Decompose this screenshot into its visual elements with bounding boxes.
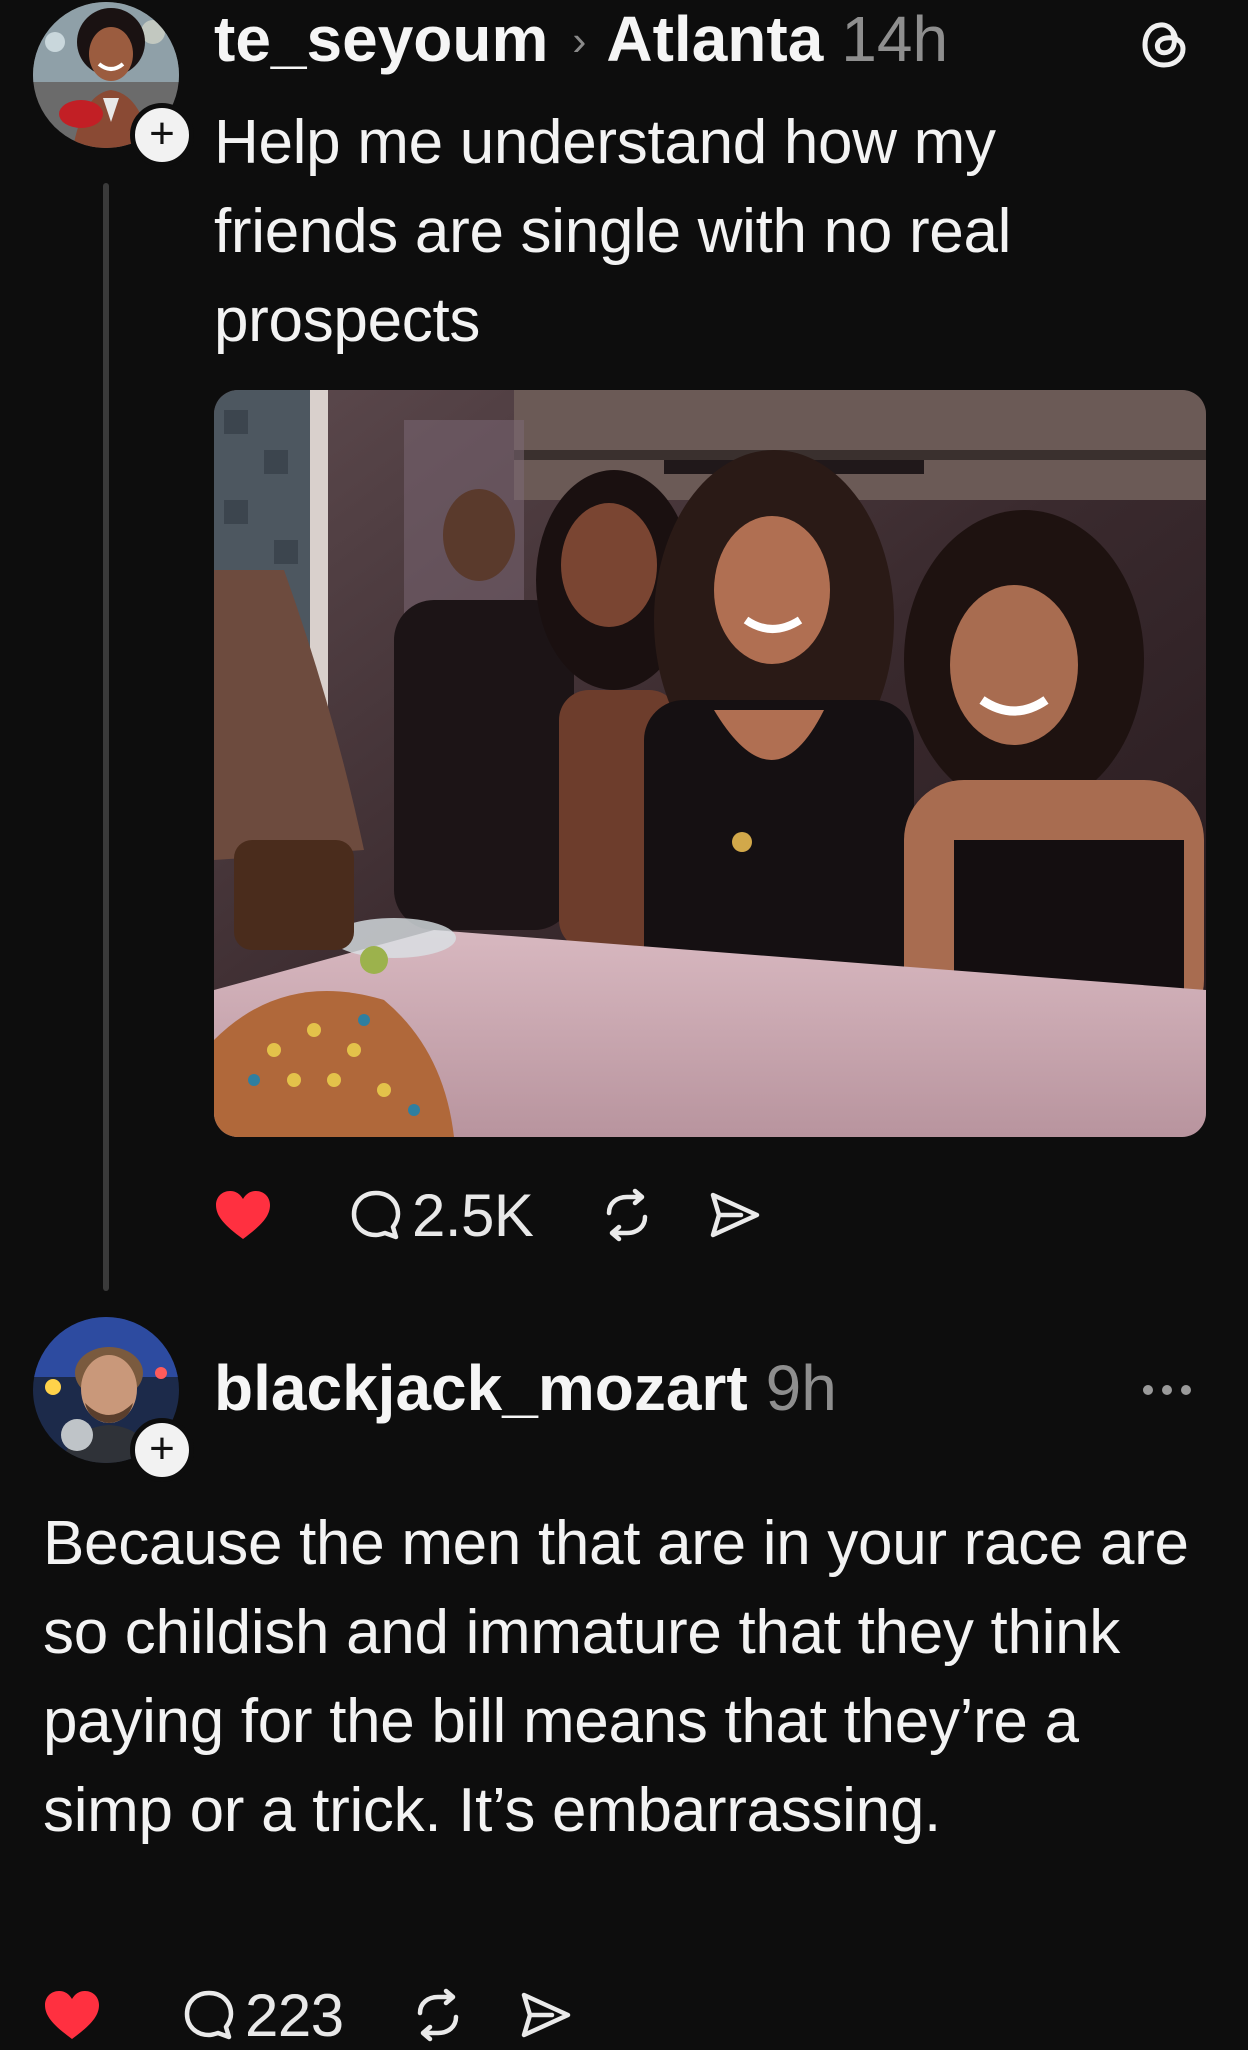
send-icon [711,1192,760,1238]
heart-filled-icon [216,1191,270,1239]
reply-username[interactable]: blackjack_mozart [214,1351,748,1425]
post-action-bar: 2.5K [214,1180,763,1250]
repost-button[interactable] [599,1187,655,1243]
reply-post: + blackjack_mozart 9h Because the men th… [0,1300,1248,2050]
like-button[interactable] [43,1989,101,2041]
repost-icon [607,1188,648,1242]
reply-count: 2.5K [412,1181,534,1249]
original-post: + te_seyoum › Atlanta 14h Help me unders… [0,0,1248,1300]
comment-bubble-icon [351,1190,401,1240]
post-location[interactable]: Atlanta [606,2,823,76]
thread-connector-line [103,183,109,1291]
send-icon [521,1992,570,2038]
follow-button[interactable]: + [130,1418,194,1482]
post-text: Help me understand how my friends are si… [214,108,1012,355]
chevron-right-icon: › [572,17,587,64]
reply-action-bar: 223 [43,1980,574,2050]
share-button[interactable] [707,1187,763,1243]
post-username[interactable]: te_seyoum [214,2,548,76]
repost-button[interactable] [410,1987,466,2043]
heart-filled-icon [45,1991,99,2039]
comment-bubble-icon [184,1990,234,2040]
post-header: te_seyoum › Atlanta 14h [214,2,948,84]
reply-header: blackjack_mozart 9h [214,1351,837,1425]
like-button[interactable] [214,1189,272,1241]
share-button[interactable] [518,1987,574,2043]
more-options-icon[interactable] [1140,1380,1194,1400]
post-image[interactable] [214,390,1206,1137]
post-timestamp: 14h [841,3,949,75]
repost-icon [417,1988,458,2042]
follow-button[interactable]: + [130,103,194,167]
reply-button[interactable]: 2.5K [348,1181,534,1250]
threads-logo-icon[interactable] [1140,16,1190,72]
reply-count: 223 [245,1981,344,2049]
friends-group-photo [214,390,1206,1137]
reply-button[interactable]: 223 [181,1981,344,2050]
reply-timestamp: 9h [765,1352,837,1424]
reply-text: Because the men that are in your race ar… [43,1509,1189,1845]
